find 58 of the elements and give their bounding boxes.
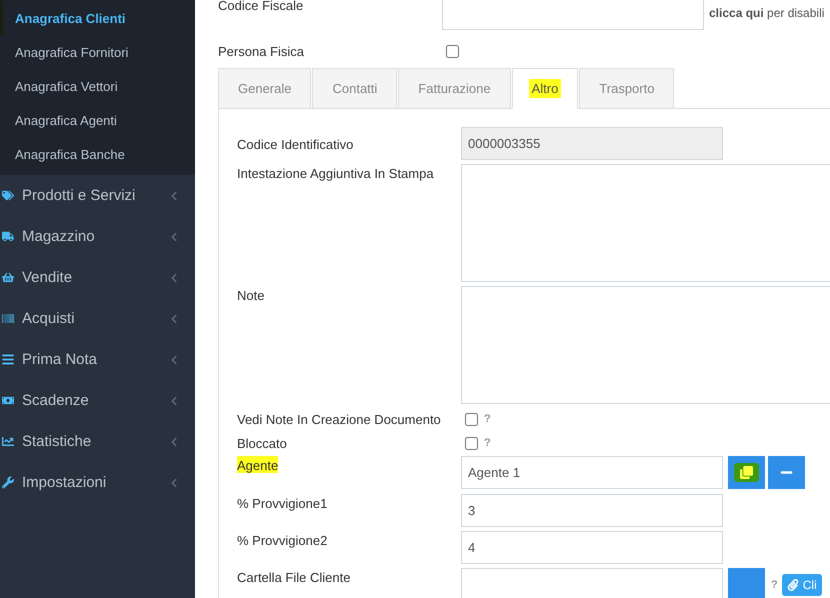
field-label: Vedi Note In Creazione Documento bbox=[237, 412, 441, 426]
input-field[interactable]: Agente 1 bbox=[461, 456, 723, 489]
remove-button[interactable] bbox=[768, 456, 805, 489]
submenu-item[interactable]: Anagrafica Vettori bbox=[0, 69, 195, 103]
menu-icon bbox=[2, 476, 14, 489]
chevron-icon bbox=[169, 272, 179, 282]
field-label: Intestazione Aggiuntiva In Stampa bbox=[237, 165, 434, 181]
field-label: Note bbox=[237, 287, 264, 303]
menu-item[interactable]: Prodotti e Servizi bbox=[0, 175, 195, 216]
field-label: Cartella File Cliente bbox=[237, 569, 350, 585]
menu-item[interactable]: Magazzino bbox=[0, 216, 195, 257]
field-label: Persona Fisica bbox=[218, 44, 304, 58]
chevron-icon bbox=[169, 190, 179, 200]
readonly-field[interactable]: 0000003355 bbox=[461, 127, 723, 160]
menu-icon bbox=[2, 394, 14, 407]
submenu-item[interactable]: Anagrafica Fornitori bbox=[0, 35, 195, 69]
submenu-item[interactable]: Anagrafica Agenti bbox=[0, 103, 195, 137]
input-field[interactable]: 3 bbox=[461, 494, 723, 527]
tab[interactable]: Altro bbox=[512, 68, 578, 109]
field-label: Agente bbox=[237, 456, 278, 473]
menu-icon bbox=[2, 230, 14, 243]
input-field[interactable]: 4 bbox=[461, 531, 723, 564]
hint-text: clicca qui per disabili bbox=[709, 5, 826, 20]
chevron-icon bbox=[169, 314, 179, 324]
checkbox[interactable] bbox=[465, 412, 478, 426]
menu-icon bbox=[2, 271, 14, 284]
field-label: Codice Identificativo bbox=[237, 136, 354, 152]
chevron-icon bbox=[169, 354, 179, 364]
copy-button[interactable] bbox=[728, 456, 765, 489]
field-label: Bloccato bbox=[237, 436, 287, 450]
chevron-icon bbox=[169, 478, 179, 488]
input-field[interactable] bbox=[461, 568, 723, 598]
menu-icon bbox=[2, 353, 14, 366]
chevron-icon bbox=[169, 232, 179, 242]
text-area[interactable] bbox=[461, 164, 830, 282]
paperclip-icon bbox=[786, 578, 799, 590]
menu-icon bbox=[2, 435, 14, 448]
menu-item[interactable]: Impostazioni bbox=[0, 462, 195, 503]
menu-item[interactable]: Statistiche bbox=[0, 421, 195, 462]
checkbox[interactable] bbox=[465, 436, 478, 450]
chevron-icon bbox=[169, 436, 179, 446]
submenu-item[interactable]: Anagrafica Banche bbox=[0, 137, 195, 171]
menu-item[interactable]: Vendite bbox=[0, 257, 195, 298]
chevron-icon bbox=[169, 396, 179, 406]
input-field[interactable] bbox=[442, 0, 704, 30]
field-label: % Provvigione2 bbox=[237, 532, 328, 548]
field-label: Codice Fiscale bbox=[218, 0, 304, 13]
submenu-item[interactable]: Anagrafica Clienti bbox=[0, 1, 195, 35]
menu-item[interactable]: Scadenze bbox=[0, 380, 195, 421]
checkbox[interactable] bbox=[446, 44, 459, 58]
menu-icon bbox=[2, 189, 14, 202]
text-area[interactable] bbox=[461, 286, 830, 404]
menu-item[interactable]: Prima Nota bbox=[0, 339, 195, 380]
copy-icon bbox=[740, 466, 753, 479]
browse-button[interactable] bbox=[728, 568, 765, 598]
menu-icon bbox=[2, 312, 14, 325]
menu-item[interactable]: Acquisti bbox=[0, 298, 195, 339]
field-label: % Provvigione1 bbox=[237, 495, 328, 511]
